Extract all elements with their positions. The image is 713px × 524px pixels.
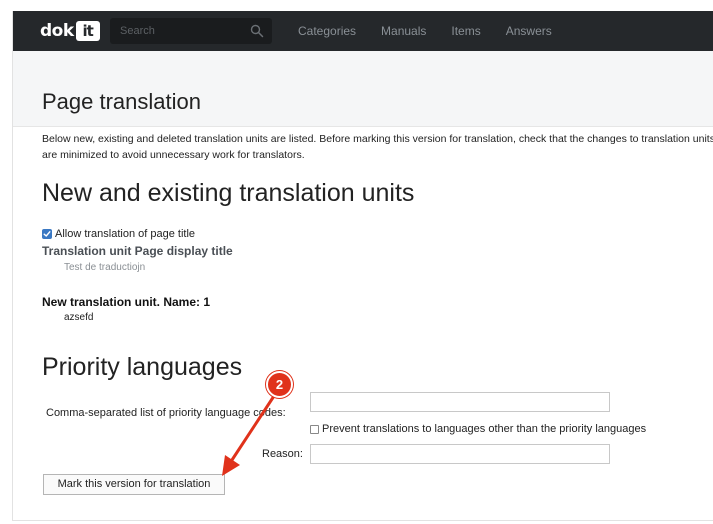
- reason-input[interactable]: [310, 444, 610, 464]
- page-title: Page translation: [42, 89, 201, 114]
- search-input[interactable]: [110, 18, 250, 44]
- allow-title-label: Allow translation of page title: [55, 228, 196, 240]
- priority-heading: Priority languages: [42, 353, 243, 381]
- prevent-translations-checkbox[interactable]: [310, 424, 319, 434]
- prevent-translations-label: Prevent translations to languages other …: [322, 423, 647, 435]
- priority-codes-label: Comma-separated list of priority languag…: [46, 407, 286, 419]
- logo-text: dok: [40, 21, 74, 41]
- nav-answers[interactable]: Answers: [506, 24, 552, 38]
- nav-categories[interactable]: Categories: [298, 24, 356, 38]
- nav-manuals[interactable]: Manuals: [381, 24, 426, 38]
- allow-title-translation-row[interactable]: Allow translation of page title: [42, 227, 195, 241]
- nav-links: Categories Manuals Items Answers: [298, 11, 577, 51]
- reason-label: Reason:: [262, 448, 303, 460]
- nav-items[interactable]: Items: [451, 24, 480, 38]
- intro-text: Below new, existing and deleted translat…: [42, 133, 713, 161]
- unit-new-value: azsefd: [64, 312, 94, 323]
- title-bar: Page translation: [13, 51, 713, 127]
- prevent-translations-row[interactable]: Prevent translations to languages other …: [310, 422, 646, 436]
- search-icon[interactable]: [250, 24, 264, 38]
- top-navbar: dok it Categories Manuals Items Answers: [13, 11, 713, 51]
- unit-new-heading: New translation unit. Name: 1: [42, 295, 211, 309]
- mark-for-translation-button[interactable]: Mark this version for translation: [43, 474, 225, 495]
- dokit-logo[interactable]: dok it: [40, 20, 100, 42]
- step-badge: 2: [266, 371, 293, 398]
- search-box: [110, 18, 272, 44]
- checkmark-icon: [43, 231, 51, 237]
- unit-page-title-value: Test de traductiojn: [64, 262, 146, 273]
- units-heading: New and existing translation units: [42, 179, 415, 207]
- priority-codes-input[interactable]: [310, 392, 610, 412]
- allow-title-checkbox[interactable]: [42, 229, 52, 239]
- logo-box: it: [75, 21, 100, 41]
- unit-page-title-heading: Translation unit Page display title: [42, 244, 233, 258]
- browser-frame: dok it Categories Manuals Items Answers …: [12, 11, 713, 521]
